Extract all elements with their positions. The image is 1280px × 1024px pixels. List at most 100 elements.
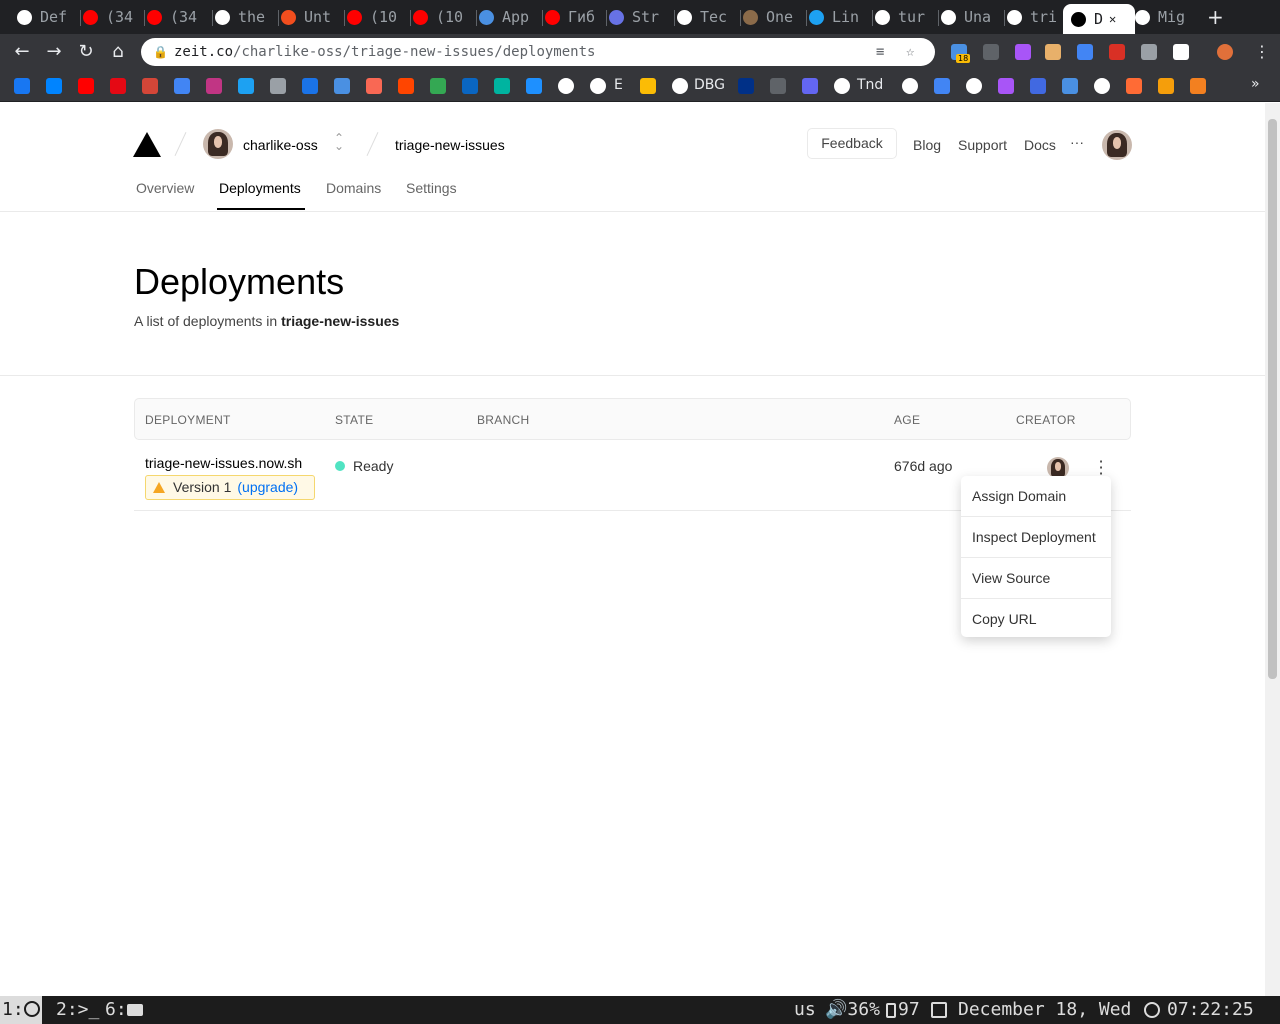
- thumbs-up-icon[interactable]: [1077, 44, 1093, 60]
- bookmark-favicon-icon[interactable]: [770, 78, 786, 94]
- bookmark-favicon-icon[interactable]: [934, 78, 950, 94]
- forward-button[interactable]: →: [43, 41, 65, 63]
- bookmark-favicon-icon[interactable]: [1094, 78, 1110, 94]
- tab-deployments[interactable]: Deployments: [219, 180, 301, 196]
- extension-icon[interactable]: [1173, 44, 1189, 60]
- nav-link-support[interactable]: Support: [958, 137, 1007, 153]
- address-bar[interactable]: 🔒 zeit.co/charlike-oss/triage-new-issues…: [141, 38, 935, 66]
- new-tab-button[interactable]: +: [1207, 5, 1224, 29]
- bookmark-favicon-icon[interactable]: [366, 78, 382, 94]
- nav-link-blog[interactable]: Blog: [913, 137, 941, 153]
- bookmark-favicon-icon[interactable]: [834, 78, 850, 94]
- bookmark-star-icon[interactable]: ☆: [906, 38, 914, 66]
- more-menu-icon[interactable]: ···: [1070, 134, 1084, 150]
- menu-item-copy-url[interactable]: Copy URL: [961, 599, 1111, 640]
- tab-overview[interactable]: Overview: [136, 180, 194, 196]
- bookmark-favicon-icon[interactable]: [430, 78, 446, 94]
- browser-tab[interactable]: (10: [347, 4, 407, 30]
- browser-tab[interactable]: App: [479, 4, 539, 30]
- bookmark-favicon-icon[interactable]: [462, 78, 478, 94]
- bookmark-favicon-icon[interactable]: [1126, 78, 1142, 94]
- browser-tab[interactable]: One: [743, 4, 803, 30]
- browser-tab[interactable]: Lin: [809, 4, 869, 30]
- bookmark-label[interactable]: Tnd: [857, 77, 883, 93]
- ublock-icon[interactable]: [1141, 44, 1157, 60]
- bookmark-favicon-icon[interactable]: [738, 78, 754, 94]
- extension-icon[interactable]: [1045, 44, 1061, 60]
- page-scrollbar[interactable]: [1265, 103, 1280, 996]
- bookmark-favicon-icon[interactable]: [640, 78, 656, 94]
- bookmark-favicon-icon[interactable]: [494, 78, 510, 94]
- browser-tab[interactable]: (34: [147, 4, 209, 30]
- extension-icon[interactable]: [1015, 44, 1031, 60]
- nav-link-docs[interactable]: Docs: [1024, 137, 1056, 153]
- tab-settings[interactable]: Settings: [406, 180, 457, 196]
- extension-icon[interactable]: [983, 44, 999, 60]
- bookmark-favicon-icon[interactable]: [46, 78, 62, 94]
- browser-tab[interactable]: Una: [941, 4, 1001, 30]
- reload-button[interactable]: ↻: [75, 41, 97, 63]
- browser-tab[interactable]: Гиб: [545, 4, 603, 30]
- browser-tab[interactable]: the: [215, 4, 275, 30]
- bookmark-favicon-icon[interactable]: [238, 78, 254, 94]
- bookmark-favicon-icon[interactable]: [110, 78, 126, 94]
- bookmark-favicon-icon[interactable]: [14, 78, 30, 94]
- feedback-button[interactable]: Feedback: [807, 128, 897, 159]
- bookmark-favicon-icon[interactable]: [398, 78, 414, 94]
- home-button[interactable]: ⌂: [107, 41, 129, 63]
- browser-tab[interactable]: Unt: [281, 4, 341, 30]
- menu-item-view-source[interactable]: View Source: [961, 558, 1111, 599]
- bookmark-favicon-icon[interactable]: [902, 78, 918, 94]
- bookmark-favicon-icon[interactable]: [966, 78, 982, 94]
- deployment-url[interactable]: triage-new-issues.now.sh: [145, 455, 302, 471]
- bookmarks-overflow-icon[interactable]: »: [1251, 76, 1260, 92]
- zeit-logo-icon[interactable]: [133, 132, 161, 157]
- project-name[interactable]: triage-new-issues: [395, 137, 505, 153]
- bookmark-label[interactable]: E: [614, 77, 623, 93]
- menu-item-assign-domain[interactable]: Assign Domain: [961, 476, 1111, 517]
- browser-tab[interactable]: Str: [609, 4, 671, 30]
- bookmark-favicon-icon[interactable]: [672, 78, 688, 94]
- profile-avatar-icon[interactable]: [1217, 44, 1233, 60]
- browser-menu-icon[interactable]: ⋮: [1254, 42, 1270, 61]
- browser-tab[interactable]: Mig: [1135, 4, 1195, 30]
- bookmark-favicon-icon[interactable]: [998, 78, 1014, 94]
- bookmark-favicon-icon[interactable]: [1030, 78, 1046, 94]
- reader-icon[interactable]: ≡: [876, 38, 884, 66]
- team-name[interactable]: charlike-oss: [243, 137, 318, 153]
- close-tab-icon[interactable]: ✕: [1109, 12, 1116, 26]
- browser-tab[interactable]: (10: [413, 4, 473, 30]
- browser-tab[interactable]: tri: [1007, 4, 1061, 30]
- bookmark-favicon-icon[interactable]: [270, 78, 286, 94]
- browser-tab[interactable]: tur: [875, 4, 935, 30]
- tab-domains[interactable]: Domains: [326, 180, 381, 196]
- user-avatar[interactable]: [1102, 130, 1132, 160]
- bookmark-favicon-icon[interactable]: [558, 78, 574, 94]
- bookmark-favicon-icon[interactable]: [142, 78, 158, 94]
- bookmark-favicon-icon[interactable]: [206, 78, 222, 94]
- workspace-1[interactable]: 1:: [0, 996, 42, 1024]
- menu-item-inspect-deployment[interactable]: Inspect Deployment: [961, 517, 1111, 558]
- upgrade-link[interactable]: (upgrade): [237, 479, 298, 495]
- workspace-6[interactable]: 6:: [103, 996, 145, 1024]
- team-switcher-icon[interactable]: ⌃ ⌄: [334, 132, 344, 152]
- bookmark-favicon-icon[interactable]: [174, 78, 190, 94]
- bookmark-favicon-icon[interactable]: [590, 78, 606, 94]
- back-button[interactable]: ←: [11, 41, 33, 63]
- bookmark-label[interactable]: DBG: [694, 77, 725, 93]
- bookmark-favicon-icon[interactable]: [1158, 78, 1174, 94]
- row-actions-kebab-icon[interactable]: · · ·: [1096, 454, 1106, 482]
- bookmark-favicon-icon[interactable]: [526, 78, 542, 94]
- bookmark-favicon-icon[interactable]: [1190, 78, 1206, 94]
- scrollbar-thumb[interactable]: [1268, 119, 1277, 679]
- extension-icon[interactable]: [1109, 44, 1125, 60]
- bookmark-favicon-icon[interactable]: [334, 78, 350, 94]
- browser-tab[interactable]: (34: [83, 4, 141, 30]
- bookmark-favicon-icon[interactable]: [1062, 78, 1078, 94]
- bookmark-favicon-icon[interactable]: [302, 78, 318, 94]
- browser-tab[interactable]: Tec: [677, 4, 737, 30]
- browser-tab[interactable]: D ✕: [1063, 4, 1135, 34]
- team-avatar[interactable]: [203, 129, 233, 159]
- workspace-2[interactable]: 2:>_: [54, 996, 101, 1024]
- bookmark-favicon-icon[interactable]: [802, 78, 818, 94]
